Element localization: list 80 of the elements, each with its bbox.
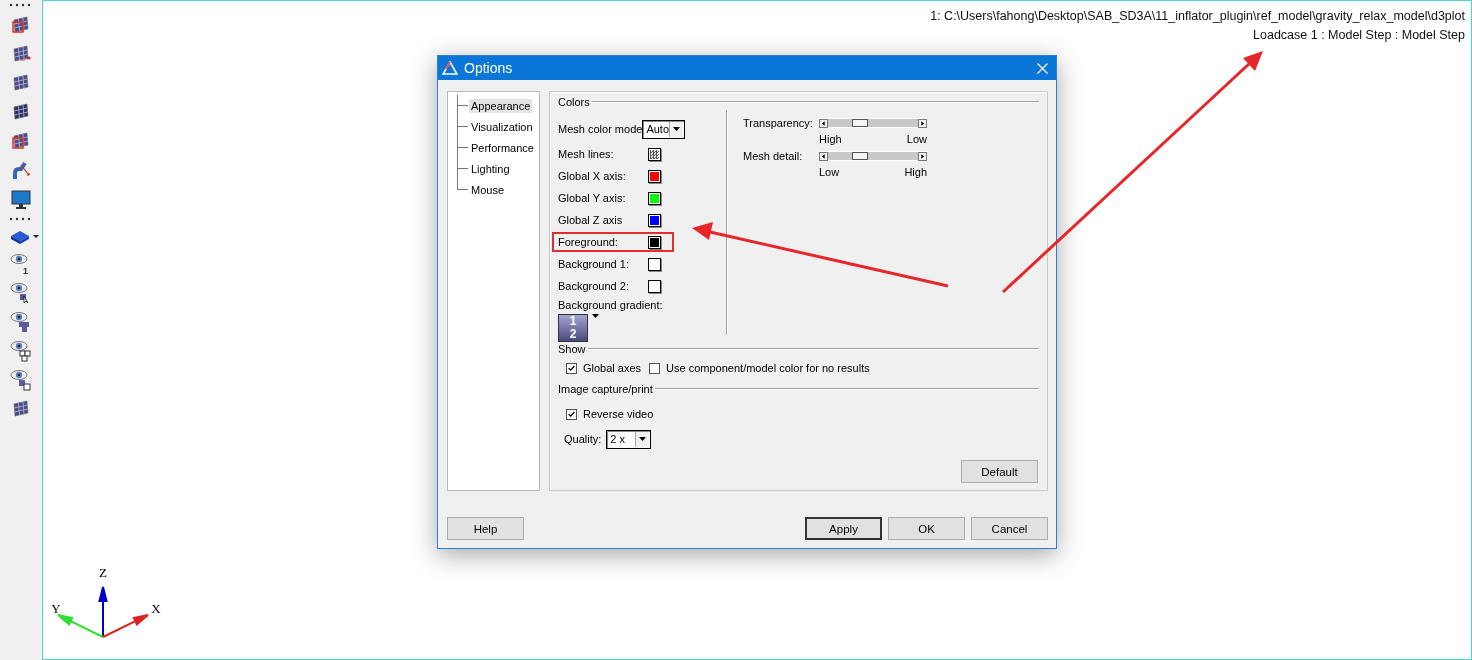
loadcase-label: Loadcase 1 : Model Step : Model Step — [1253, 27, 1465, 44]
gradient-label: Background gradient: — [558, 299, 664, 311]
slider-max-label: Low — [906, 133, 927, 145]
mesh-frame-icon[interactable] — [10, 130, 32, 152]
toolbar-grip — [9, 3, 33, 7]
color-swatch[interactable] — [648, 235, 661, 249]
checkbox-label: Global axes — [583, 362, 642, 374]
dropdown[interactable]: Auto — [642, 119, 685, 139]
scroll-left-icon[interactable] — [819, 151, 828, 161]
slider-label: Mesh detail: — [743, 150, 804, 162]
eye-icon[interactable] — [10, 369, 32, 391]
slider-label: Transparency: — [743, 117, 814, 129]
mesh-arrow-icon[interactable] — [10, 43, 32, 65]
default-button[interactable]: Default — [961, 460, 1038, 483]
tree-item[interactable]: Visualization — [469, 119, 535, 134]
dialog-button[interactable]: Help — [447, 517, 524, 540]
color-label: Global X axis: — [558, 170, 627, 182]
scroll-right-icon[interactable] — [918, 118, 927, 128]
pattern-swatch[interactable] — [648, 147, 661, 161]
color-swatch[interactable] — [648, 257, 661, 271]
dialog-button[interactable]: OK — [888, 517, 965, 540]
tree-branch-line — [457, 137, 469, 158]
color-label: Mesh color mode — [558, 123, 643, 135]
slider-thumb[interactable] — [851, 119, 868, 127]
dropdown[interactable]: 2 x — [606, 429, 652, 449]
caret-icon — [673, 127, 680, 131]
eye-icon[interactable] — [10, 340, 32, 362]
checkbox-label: Use component/model color for no results — [666, 362, 870, 374]
tree-item[interactable]: Performance — [469, 140, 536, 155]
checkbox[interactable] — [566, 362, 577, 374]
color-label: Global Y axis: — [558, 192, 627, 204]
checkbox[interactable] — [566, 408, 577, 420]
color-label: Mesh lines: — [558, 148, 615, 160]
eye-icon[interactable] — [10, 311, 32, 333]
color-label: Background 1: — [558, 258, 630, 270]
file-path: 1: C:\Users\fahong\Desktop\SAB_SD3A\11_inflator_plugin\ref_model\gravity_relax_model\d3plot — [930, 8, 1465, 25]
layer-box-icon[interactable] — [9, 228, 31, 246]
dialog-button[interactable]: Cancel — [971, 517, 1048, 540]
tree-item[interactable]: Appearance — [469, 98, 533, 113]
tree-item[interactable]: Lighting — [469, 161, 512, 176]
dialog-title: Options — [464, 60, 514, 76]
group-title: Image capture/print — [558, 383, 653, 395]
color-swatch[interactable] — [648, 169, 661, 183]
quality-label: Quality: — [564, 433, 602, 445]
group-title: Colors — [558, 96, 590, 108]
pipe-icon[interactable] — [10, 159, 32, 181]
caret-icon — [639, 437, 647, 441]
axis-label: X — [151, 601, 161, 616]
scroll-left-icon[interactable] — [819, 118, 828, 128]
color-swatch[interactable] — [648, 279, 661, 293]
axis-label: Z — [99, 565, 107, 580]
color-label: Foreground: — [558, 236, 619, 248]
slider-min-label: Low — [819, 166, 840, 178]
caret-icon — [592, 314, 599, 318]
dialog-button[interactable]: Apply — [805, 517, 882, 540]
mesh-icon[interactable] — [10, 101, 32, 123]
group-title: Show — [558, 343, 586, 355]
color-label: Background 2: — [558, 280, 630, 292]
mesh-frame-icon[interactable] — [10, 14, 32, 36]
eye-number: 1 — [23, 266, 28, 276]
color-swatch[interactable] — [648, 213, 661, 227]
slider-min-label: High — [819, 133, 842, 145]
toolbar-grip — [9, 217, 33, 221]
scroll-right-icon[interactable] — [918, 151, 927, 161]
checkbox[interactable] — [649, 362, 661, 374]
slider-thumb[interactable] — [851, 152, 868, 160]
mesh-icon[interactable] — [10, 398, 32, 420]
tree-item[interactable]: Mouse — [469, 182, 507, 197]
axis-label: Y — [51, 601, 61, 616]
close-icon[interactable] — [1037, 62, 1048, 74]
checkbox-label: Reverse video — [583, 408, 654, 420]
tree-branch-line — [457, 116, 469, 137]
caret-icon[interactable] — [33, 235, 39, 239]
slider-max-label: High — [904, 166, 927, 178]
color-swatch[interactable] — [648, 191, 661, 205]
color-label: Global Z axis — [558, 214, 624, 226]
app-logo-icon — [442, 61, 458, 75]
monitor-icon[interactable] — [10, 188, 32, 210]
gradient-button[interactable]: 1 2 — [558, 314, 588, 342]
mesh-icon[interactable] — [10, 72, 32, 94]
